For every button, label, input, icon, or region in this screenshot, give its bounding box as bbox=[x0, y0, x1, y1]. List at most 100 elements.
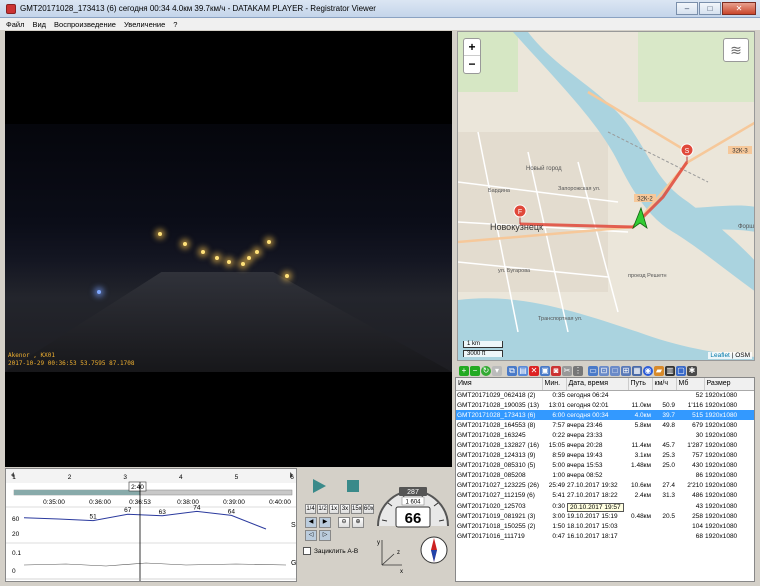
table-row[interactable]: GMT20171018_150255 (2) 1:50 18.10.2017 15:… bbox=[456, 521, 754, 531]
svg-text:y: y bbox=[377, 540, 380, 546]
fit-icon[interactable]: ⊡ bbox=[599, 365, 609, 376]
cell-mb: 68 bbox=[695, 532, 703, 540]
close-button[interactable]: ✕ bbox=[722, 2, 756, 15]
ab-loop-checkbox[interactable] bbox=[303, 547, 311, 555]
timeline-panel[interactable]: 123456 2:40 0:35:00 0:36:00 0:36:53 0:38:00… bbox=[5, 468, 297, 582]
settings-icon[interactable]: ✱ bbox=[687, 365, 697, 376]
speed-quarter-button[interactable]: 1/4 bbox=[305, 504, 316, 514]
folder-icon[interactable]: ▰ bbox=[654, 365, 664, 376]
minimize-button[interactable]: ‒ bbox=[676, 2, 698, 15]
cell-path: 3.1км bbox=[634, 452, 651, 460]
leaflet-link[interactable]: Leaflet bbox=[710, 352, 730, 359]
segment-number: 2 bbox=[68, 474, 72, 481]
cell-path bbox=[628, 390, 652, 400]
table-row[interactable]: GMT20171028_085208 1:00 вчера 08:52 86 1920x… bbox=[456, 471, 754, 481]
cut-icon[interactable]: ✂ bbox=[562, 365, 572, 376]
screen-icon[interactable]: ▭ bbox=[588, 365, 598, 376]
table-row[interactable]: GMT20171027_112159 (6) 5:41 27.10.2017 18:… bbox=[456, 491, 754, 501]
layers-icon[interactable]: ≋ bbox=[723, 38, 749, 62]
axis-letter-s: S bbox=[291, 522, 296, 529]
ab-loop-option[interactable]: Зациклить A-B bbox=[303, 547, 358, 555]
speed-1x-button[interactable]: 1x bbox=[329, 504, 339, 514]
grid-icon[interactable]: ⊞ bbox=[621, 365, 631, 376]
refresh-icon[interactable]: ↻ bbox=[481, 365, 491, 376]
table-row[interactable]: GMT20171028_173413 (6) 6:00 сегодня 00:34 4… bbox=[456, 410, 754, 421]
speed-data-label: 67 bbox=[124, 507, 132, 514]
cell-min: 5:41 bbox=[552, 492, 565, 500]
prev-frame-icon[interactable]: ◀ bbox=[305, 517, 317, 528]
col-path[interactable]: Путь bbox=[628, 378, 653, 391]
col-date[interactable]: Дата, время bbox=[566, 378, 629, 391]
cell-name: GMT20171020_125703 bbox=[457, 502, 526, 510]
scale-km: 1 km bbox=[463, 341, 503, 348]
add-icon[interactable]: + bbox=[459, 365, 469, 376]
table-row[interactable]: GMT20171019_081921 (3) 3:00 19.10.2017 15:… bbox=[456, 511, 754, 521]
map-zoom-control: + − bbox=[463, 38, 481, 74]
cell-size: 1920x1080 bbox=[705, 401, 738, 409]
copy-icon[interactable]: ⧉ bbox=[507, 365, 517, 376]
cell-mb: 486 bbox=[692, 492, 703, 500]
step-back-icon[interactable]: ◁ bbox=[305, 530, 317, 541]
speed-3x-button[interactable]: 3x bbox=[340, 504, 350, 514]
col-mb[interactable]: Мб bbox=[676, 378, 705, 391]
export-icon[interactable]: ◙ bbox=[551, 365, 561, 376]
menu-file[interactable]: Файл bbox=[6, 20, 24, 29]
remove-icon[interactable]: − bbox=[470, 365, 480, 376]
table-row[interactable]: GMT20171027_123225 (26) 25:49 27.10.2017 1… bbox=[456, 481, 754, 491]
table-row[interactable]: GMT20171028_124313 (9) 8:59 вчера 19:43 3.1… bbox=[456, 451, 754, 461]
table-row[interactable]: GMT20171028_164553 (8) 7:57 вчера 23:46 5.8… bbox=[456, 420, 754, 430]
window-icon[interactable]: □ bbox=[610, 365, 620, 376]
svg-text:x: x bbox=[400, 569, 403, 575]
map-tiles: S F Новокузнецк Новый город 32К-2 32К-3 … bbox=[458, 32, 754, 360]
timeline-chart[interactable]: 123456 2:40 0:35:00 0:36:00 0:36:53 0:38:00… bbox=[6, 469, 297, 582]
col-min[interactable]: Мин. bbox=[542, 378, 567, 391]
cell-path: 2.4км bbox=[634, 492, 651, 500]
next-frame-icon[interactable]: ▶ bbox=[319, 517, 331, 528]
film-icon[interactable]: ▥ bbox=[665, 365, 675, 376]
dropdown-icon[interactable]: ▾ bbox=[492, 365, 502, 376]
table-row[interactable]: GMT20171029_062418 (2) 0:35 сегодня 06:24 5… bbox=[456, 390, 754, 400]
cell-min: 0:47 bbox=[552, 532, 565, 540]
cell-date: 27.10.2017 19:32 bbox=[567, 482, 618, 490]
globe-icon[interactable]: ◉ bbox=[643, 365, 653, 376]
g-axis-01: 0.1 bbox=[12, 550, 21, 557]
step-forward-icon[interactable]: ▷ bbox=[319, 530, 331, 541]
maximize-button[interactable]: □ bbox=[699, 2, 721, 15]
menu-playback[interactable]: Воспроизведение bbox=[54, 20, 116, 29]
zoom-in-icon[interactable]: ⊕ bbox=[352, 517, 364, 528]
menu-view[interactable]: Вид bbox=[32, 20, 46, 29]
cell-mb: 2'210 bbox=[687, 482, 703, 490]
col-speed[interactable]: км/ч bbox=[652, 378, 677, 391]
cell-size: 1920x1080 bbox=[705, 462, 738, 470]
zoom-in-button[interactable]: + bbox=[464, 39, 480, 56]
table-row[interactable]: GMT20171028_190035 (13) 13:01 сегодня 02:0… bbox=[456, 400, 754, 410]
zoom-out-icon[interactable]: ⊖ bbox=[338, 517, 350, 528]
table-row[interactable]: GMT20171028_132827 (16) 15:05 вчера 20:28 1… bbox=[456, 440, 754, 450]
speed-15x-button[interactable]: 15x bbox=[351, 504, 362, 514]
stop-icon[interactable] bbox=[346, 479, 360, 493]
col-size[interactable]: Размер bbox=[704, 378, 754, 391]
zoom-out-button[interactable]: − bbox=[464, 56, 480, 73]
cell-name: GMT20171018_150255 (2) bbox=[457, 522, 536, 530]
play-icon[interactable] bbox=[310, 478, 328, 494]
video-view[interactable]: Akenor , KX01 2017-10-29 00:36:53 53.759… bbox=[5, 31, 452, 467]
tiles-icon[interactable]: ▦ bbox=[632, 365, 642, 376]
save-icon[interactable]: ▣ bbox=[540, 365, 550, 376]
delete-icon[interactable]: ✕ bbox=[529, 365, 539, 376]
table-header: Имя Мин. Дата, время Путь км/ч Мб Размер bbox=[456, 378, 754, 391]
cell-speed bbox=[652, 501, 676, 511]
speed-half-button[interactable]: 1/2 bbox=[317, 504, 328, 514]
table-row[interactable]: GMT20171016_111719 0:47 16.10.2017 18:17 68… bbox=[456, 531, 754, 541]
table-row[interactable]: GMT20171028_085310 (5) 5:00 вчера 15:53 1.4… bbox=[456, 461, 754, 471]
menu-help[interactable]: ? bbox=[173, 20, 177, 29]
col-name[interactable]: Имя bbox=[456, 378, 543, 391]
paste-icon[interactable]: ▤ bbox=[518, 365, 528, 376]
cell-date: 16.10.2017 18:17 bbox=[567, 532, 618, 540]
menu-zoom[interactable]: Увеличение bbox=[124, 20, 165, 29]
monitor-icon[interactable]: ▢ bbox=[676, 365, 686, 376]
cell-date: 19.10.2017 15:19 bbox=[567, 512, 618, 520]
osm-link[interactable]: OSM bbox=[735, 352, 750, 359]
map-view[interactable]: S F Новокузнецк Новый город 32К-2 32К-3 … bbox=[457, 31, 755, 361]
table-row[interactable]: GMT20171028_163245 0:22 вчера 23:33 30 1920x… bbox=[456, 430, 754, 440]
segment-number: 3 bbox=[123, 474, 127, 481]
